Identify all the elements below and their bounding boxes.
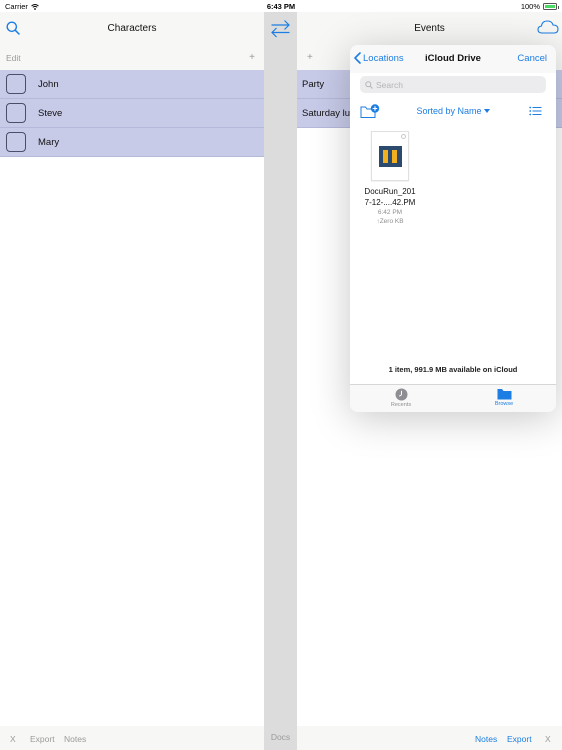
cloud-icon[interactable] <box>537 19 559 35</box>
sort-label: Sorted by Name <box>416 106 482 116</box>
sort-selector[interactable]: Sorted by Name <box>350 106 556 116</box>
file-size: ↑Zero KB <box>376 218 404 225</box>
picker-nav-bar: Locations iCloud Drive Cancel <box>350 45 556 73</box>
document-thumbnail <box>371 131 409 181</box>
export-button[interactable]: Export <box>507 734 532 744</box>
battery-group: 100% <box>520 2 559 11</box>
file-time: 6:42 PM <box>377 209 403 216</box>
character-checkbox[interactable] <box>6 132 26 152</box>
events-title: Events <box>414 23 445 34</box>
picker-search-input[interactable] <box>376 79 536 90</box>
event-name: Saturday lu <box>302 108 351 119</box>
search-icon <box>365 80 373 89</box>
file-item[interactable]: DocuRun_201 7-12-....42.PM 6:42 PM ↑Zero… <box>360 131 420 231</box>
picker-tab-bar: Recents Browse <box>350 384 556 412</box>
character-row-steve[interactable]: Steve <box>0 99 264 128</box>
character-checkbox[interactable] <box>6 103 26 123</box>
notes-button[interactable]: Notes <box>475 734 497 744</box>
folder-icon <box>497 389 511 400</box>
picker-search-field[interactable] <box>360 76 546 93</box>
caret-down-icon <box>483 109 490 113</box>
character-checkbox[interactable] <box>6 74 26 94</box>
characters-footer: X Export Notes <box>0 726 264 750</box>
file-name: DocuRun_201 7-12-....42.PM <box>354 186 426 208</box>
file-name-line1: DocuRun_201 <box>364 187 416 196</box>
character-name: Mary <box>38 137 60 148</box>
clock-icon <box>395 388 407 401</box>
edit-button[interactable]: Edit <box>6 53 21 63</box>
characters-title: Characters <box>107 23 157 34</box>
export-button[interactable]: Export <box>30 734 55 744</box>
tab-recents[interactable]: Recents <box>371 388 431 408</box>
character-name: John <box>38 79 59 90</box>
battery-icon <box>543 3 559 10</box>
characters-toolbar: Edit + <box>0 46 264 70</box>
event-name: Party <box>302 79 325 90</box>
cancel-button[interactable]: Cancel <box>517 53 547 64</box>
panel-divider: Docs <box>264 12 297 750</box>
download-status-icon <box>401 134 406 139</box>
events-header: Events <box>297 12 562 46</box>
character-row-mary[interactable]: Mary <box>0 128 264 157</box>
character-name: Steve <box>38 108 63 119</box>
add-character-button[interactable]: + <box>249 52 255 63</box>
storage-info: 1 item, 991.9 MB available on iCloud <box>388 365 518 374</box>
swap-arrows-icon[interactable] <box>270 19 291 38</box>
battery-percent: 100% <box>520 2 540 11</box>
close-x-button[interactable]: X <box>545 734 551 744</box>
status-bar: Carrier 6:43 PM 100% <box>0 0 562 12</box>
characters-header: Characters <box>0 12 264 46</box>
file-name-line2: 7-12-....42.PM <box>364 198 416 207</box>
characters-panel: Characters Edit + John Steve Mary X Expo… <box>0 12 264 750</box>
character-row-john[interactable]: John <box>0 70 264 99</box>
list-view-icon[interactable] <box>529 106 542 116</box>
close-x-button[interactable]: X <box>10 734 16 744</box>
events-footer: Notes Export X <box>297 726 562 750</box>
add-event-button[interactable]: + <box>307 52 313 63</box>
docs-button[interactable]: Docs <box>264 732 297 742</box>
tab-recents-label: Recents <box>390 402 412 408</box>
picker-actions-bar: Sorted by Name <box>350 102 556 122</box>
status-time: 6:43 PM <box>266 2 296 11</box>
document-picker: Locations iCloud Drive Cancel Sorted by … <box>350 45 556 412</box>
tab-browse-label: Browse <box>494 401 514 407</box>
docurun-app-icon <box>379 146 402 167</box>
notes-button[interactable]: Notes <box>64 734 86 744</box>
tab-browse[interactable]: Browse <box>474 388 534 407</box>
